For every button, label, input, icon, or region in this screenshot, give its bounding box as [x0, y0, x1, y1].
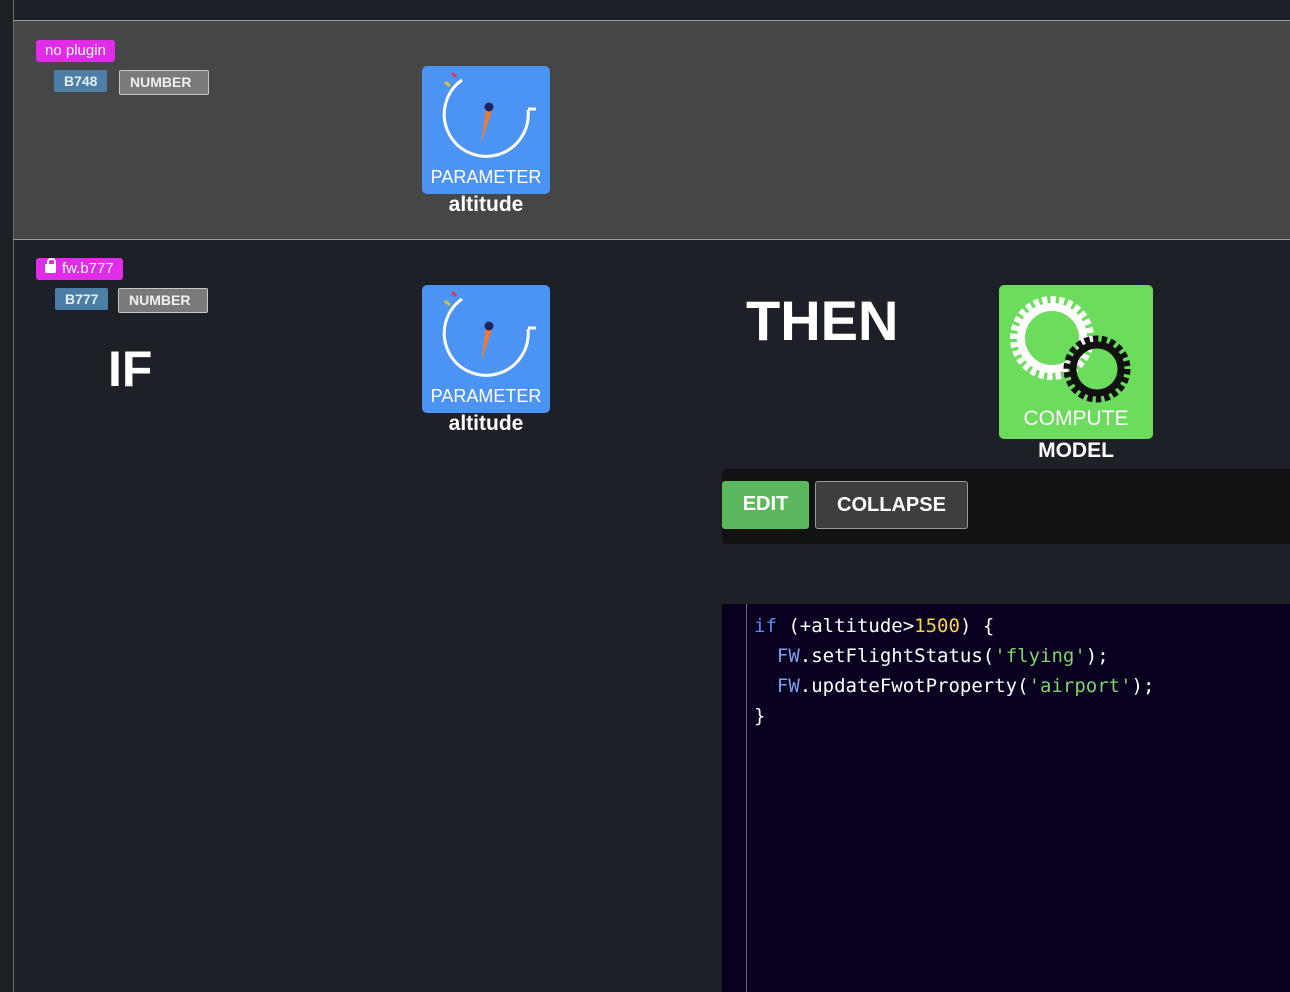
- compute-caption: MODEL: [1038, 439, 1114, 462]
- model-badge: B748: [54, 70, 108, 92]
- parameter-tile-label: PARAMETER: [430, 167, 542, 187]
- parameter-caption: altitude: [448, 412, 524, 435]
- code-editor[interactable]: if (+altitude>1500) { FW.setFlightStatus…: [722, 604, 1290, 992]
- type-badge: NUMBER: [118, 288, 208, 313]
- parameter-caption: altitude: [448, 193, 524, 216]
- collapse-button[interactable]: COLLAPSE: [815, 481, 968, 529]
- compute-tile-label: COMPUTE: [1023, 407, 1129, 430]
- plugin-tag: no plugin: [36, 40, 115, 62]
- type-badge: NUMBER: [119, 70, 209, 95]
- compute-tile[interactable]: COMPUTE: [999, 285, 1153, 439]
- code-line-1: if (+altitude>1500) {: [754, 615, 995, 637]
- code-gutter: [746, 604, 747, 992]
- rule-row-b748[interactable]: [14, 21, 1290, 239]
- edit-button[interactable]: EDIT: [722, 481, 809, 529]
- plugin-tag: fw.b777: [36, 258, 123, 280]
- code-line-3: FW.updateFwotProperty('airport');: [776, 675, 1155, 697]
- parameter-tile-label: PARAMETER: [430, 386, 542, 406]
- lock-icon: [45, 258, 56, 273]
- parameter-tile[interactable]: PARAMETER: [422, 285, 550, 413]
- code-line-4: }: [754, 705, 766, 727]
- code-line-2: FW.setFlightStatus('flying');: [776, 645, 1109, 667]
- then-label: THEN: [746, 289, 899, 352]
- row-divider-middle: [13, 239, 1290, 240]
- model-badge: B777: [55, 288, 109, 310]
- if-label: IF: [108, 341, 153, 397]
- parameter-tile[interactable]: PARAMETER: [422, 66, 550, 194]
